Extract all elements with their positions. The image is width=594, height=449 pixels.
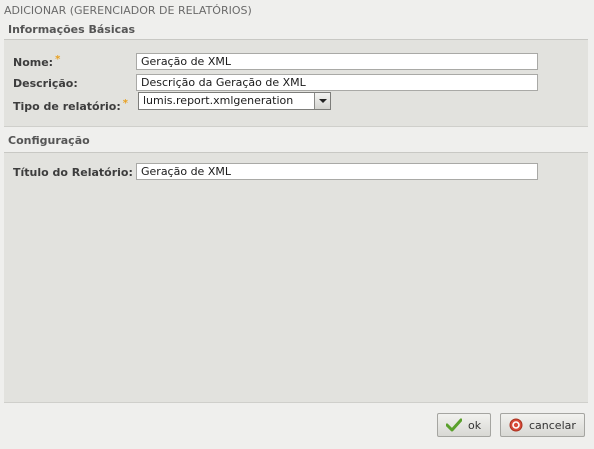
name-label-text: Nome: <box>13 56 54 69</box>
report-type-label: Tipo de relatório: * <box>13 98 128 113</box>
ok-button-label: ok <box>468 418 482 432</box>
report-type-label-text: Tipo de relatório: <box>13 100 121 113</box>
report-title-input[interactable]: Geração de XML <box>136 163 538 180</box>
select-arrow[interactable] <box>314 93 330 109</box>
cancel-button[interactable]: cancelar <box>500 413 585 437</box>
cancel-icon <box>509 418 523 432</box>
name-input[interactable]: Geração de XML <box>136 53 538 70</box>
report-type-select[interactable]: lumis.report.xmlgeneration <box>138 92 331 110</box>
window-title: ADICIONAR (GERENCIADOR DE RELATÓRIOS) <box>4 4 252 17</box>
chevron-down-icon <box>318 99 327 103</box>
report-title-label: Título do Relatório: <box>13 166 133 179</box>
description-label: Descrição: <box>13 77 78 90</box>
report-type-selected-value: lumis.report.xmlgeneration <box>143 94 294 107</box>
required-marker: * <box>55 54 61 65</box>
check-icon <box>446 418 462 432</box>
basic-info-panel: Nome: * Geração de XML Descrição: Descriç… <box>4 39 588 127</box>
section-title-configuration: Configuração <box>8 134 90 147</box>
required-marker: * <box>122 98 128 109</box>
description-input[interactable]: Descrição da Geração de XML <box>136 74 538 91</box>
cancel-button-label: cancelar <box>529 418 576 432</box>
ok-button[interactable]: ok <box>437 413 491 437</box>
configuration-panel: Título do Relatório: Geração de XML <box>4 152 588 403</box>
name-label: Nome: * <box>13 54 61 69</box>
section-title-basic-info: Informações Básicas <box>8 23 136 36</box>
